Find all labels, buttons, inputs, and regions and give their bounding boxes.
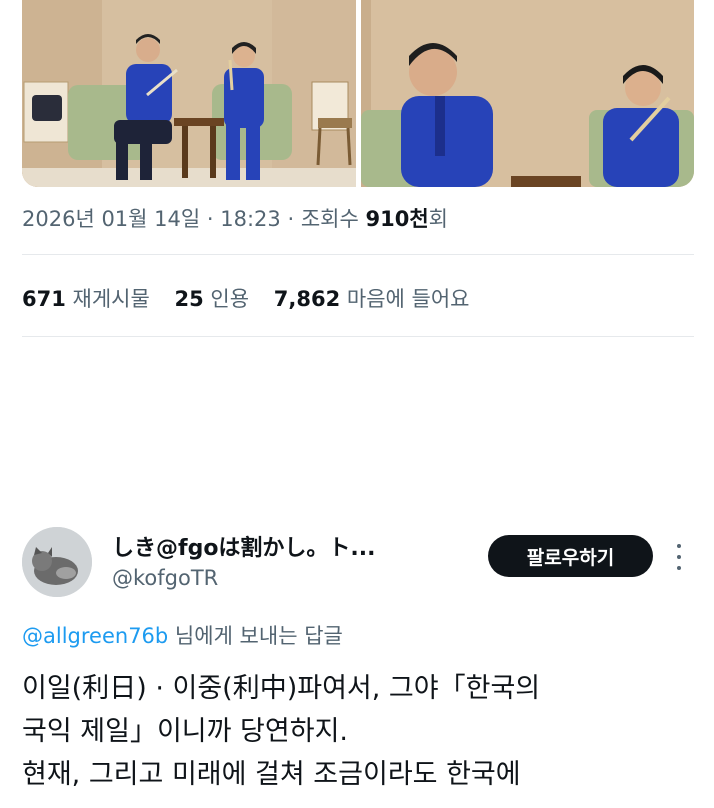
reposts-count: 671 bbox=[22, 287, 66, 311]
follow-button[interactable]: 팔로우하기 bbox=[488, 535, 653, 577]
quotes-count: 25 bbox=[174, 287, 204, 311]
reposts-label: 재게시물 bbox=[72, 287, 150, 311]
reply-display-name[interactable]: しき@fgoは割かし。ト... bbox=[112, 530, 376, 562]
avatar[interactable] bbox=[22, 527, 92, 597]
likes-label: 마음에 들어요 bbox=[346, 287, 470, 311]
views-suffix: 회 bbox=[428, 207, 448, 231]
photo-1-illustration bbox=[22, 0, 356, 187]
likes-count: 7,862 bbox=[273, 287, 341, 311]
divider bbox=[22, 254, 694, 255]
reply-text-line: 이일(利日) · 이중(利中)파여서, 그야「한국의 bbox=[22, 673, 541, 704]
photo-2-illustration bbox=[361, 0, 694, 187]
quotes-label: 인용 bbox=[210, 287, 250, 311]
views-label: 조회수 bbox=[300, 207, 359, 231]
reply-text-line: 현재, 그리고 미래에 걸쳐 조금이라도 한국에 bbox=[22, 759, 521, 790]
tweet-time[interactable]: 18:23 bbox=[220, 207, 281, 231]
cat-avatar-image bbox=[22, 527, 92, 597]
replying-to-mention[interactable]: @allgreen76b bbox=[22, 624, 168, 648]
reply-text-line: 국익 제일」이니까 당연하지. bbox=[22, 716, 348, 747]
separator-dot: · bbox=[287, 207, 301, 231]
views-count: 910천 bbox=[365, 207, 429, 231]
tweet-media bbox=[0, 0, 714, 195]
more-options-icon[interactable] bbox=[672, 540, 686, 574]
divider bbox=[22, 336, 694, 337]
tweet-date[interactable]: 2026년 01월 14일 bbox=[22, 207, 200, 231]
replying-to-suffix: 님에게 보내는 답글 bbox=[168, 624, 343, 648]
quotes-stat[interactable]: 25 인용 bbox=[175, 287, 250, 311]
replying-to: @allgreen76b 님에게 보내는 답글 bbox=[22, 620, 343, 650]
media-photo-2[interactable] bbox=[361, 0, 694, 187]
likes-stat[interactable]: 7,862 마음에 들어요 bbox=[274, 287, 470, 311]
media-photo-1[interactable] bbox=[22, 0, 356, 187]
reply-text: 이일(利日) · 이중(利中)파여서, 그야「한국의 국익 제일」이니까 당연하… bbox=[22, 667, 702, 796]
reply-handle[interactable]: @kofgoTR bbox=[112, 566, 218, 590]
tweet-stats-row: 671 재게시물 25 인용 7,862 마음에 들어요 bbox=[22, 283, 469, 313]
tweet-timestamp-row: 2026년 01월 14일 · 18:23 · 조회수 910천회 bbox=[22, 203, 448, 233]
spacer-area bbox=[0, 352, 714, 512]
reposts-stat[interactable]: 671 재게시물 bbox=[22, 287, 150, 311]
separator-dot: · bbox=[206, 207, 221, 231]
